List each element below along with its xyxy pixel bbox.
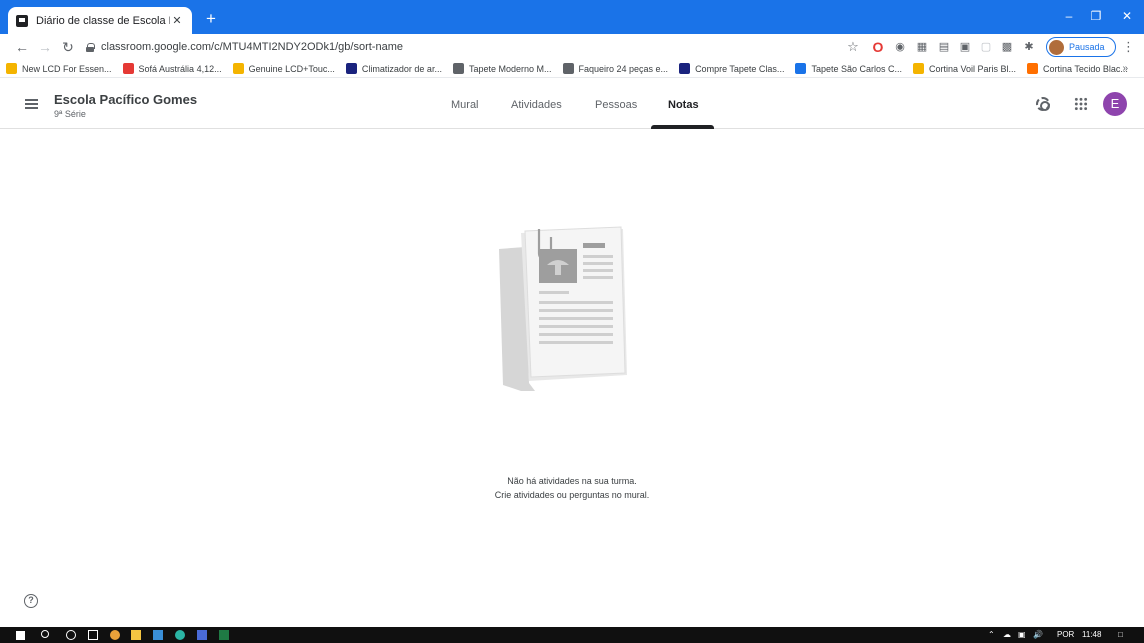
bookmark-label: Compre Tapete Clas... bbox=[695, 63, 785, 74]
bookmark-favicon-icon bbox=[232, 63, 244, 74]
more-menu-icon[interactable]: ⋮ bbox=[1122, 39, 1135, 55]
bookmark-label: New LCD For Essen... bbox=[22, 63, 112, 74]
bookmark-favicon-icon bbox=[795, 63, 807, 74]
extension-icon[interactable]: ▣ bbox=[958, 39, 972, 55]
profile-button[interactable]: Pausada bbox=[1046, 37, 1116, 57]
bookmark-item[interactable]: Tapete Moderno M... bbox=[452, 63, 552, 74]
app-icon[interactable] bbox=[197, 630, 207, 640]
bookmark-label: Sofá Austrália 4,12... bbox=[138, 63, 222, 74]
bookmark-item[interactable]: New LCD For Essen... bbox=[6, 63, 112, 74]
puzzle-icon[interactable]: ✱ bbox=[1022, 39, 1036, 55]
bookmark-favicon-icon bbox=[122, 63, 134, 74]
mail-icon[interactable] bbox=[153, 630, 163, 640]
help-icon[interactable]: ? bbox=[24, 594, 38, 608]
extension-icon[interactable]: ▢ bbox=[979, 39, 993, 55]
bookmarks-bar: New LCD For Essen... Sofá Austrália 4,12.… bbox=[0, 60, 1144, 78]
chrome-taskbar-icon[interactable] bbox=[110, 630, 120, 640]
profile-status: Pausada bbox=[1069, 42, 1105, 52]
tab-mural[interactable]: Mural bbox=[451, 99, 479, 111]
google-apps-icon[interactable] bbox=[1074, 97, 1088, 111]
extension-icon[interactable]: ▤ bbox=[937, 39, 951, 55]
profile-avatar bbox=[1049, 39, 1064, 55]
bookmark-label: Climatizador de ar... bbox=[361, 63, 442, 74]
edge-icon[interactable] bbox=[175, 630, 185, 640]
lock-icon bbox=[86, 42, 95, 52]
tab-pessoas[interactable]: Pessoas bbox=[595, 99, 637, 111]
bookmark-favicon-icon bbox=[1027, 63, 1039, 74]
tab-close-icon[interactable]: ✕ bbox=[170, 14, 184, 27]
bookmark-star-icon[interactable]: ☆ bbox=[846, 39, 860, 55]
back-icon[interactable]: ← bbox=[12, 37, 32, 57]
bookmark-item[interactable]: Cortina Voil Paris Bl... bbox=[913, 63, 1016, 74]
empty-gradebook-illustration-icon bbox=[499, 226, 627, 391]
extension-icon[interactable]: ◉ bbox=[893, 39, 907, 55]
bookmark-favicon-icon bbox=[452, 63, 464, 74]
bookmark-item[interactable]: Genuine LCD+Touc... bbox=[232, 63, 335, 74]
bookmark-item[interactable]: Sofá Austrália 4,12... bbox=[122, 63, 222, 74]
bookmark-label: Tapete Moderno M... bbox=[468, 63, 552, 74]
account-avatar[interactable]: E bbox=[1103, 92, 1127, 116]
bookmark-item[interactable]: Cortina Tecido Blac... bbox=[1027, 63, 1128, 74]
cortana-icon[interactable] bbox=[66, 630, 76, 640]
search-icon[interactable] bbox=[41, 630, 49, 638]
empty-state-line1: Não há atividades na sua turma. bbox=[507, 476, 637, 486]
browser-tab[interactable]: Diário de classe de Escola Pacífic ✕ bbox=[8, 7, 192, 34]
restore-icon[interactable]: ❐ bbox=[1083, 6, 1109, 26]
url-text: classroom.google.com/c/MTU4MTI2NDY2ODk1/… bbox=[101, 41, 403, 53]
bookmark-favicon-icon bbox=[679, 63, 691, 74]
class-name[interactable]: Escola Pacífico Gomes bbox=[54, 92, 197, 107]
tab-title: Diário de classe de Escola Pacífic bbox=[36, 14, 170, 27]
reload-icon[interactable]: ↻ bbox=[58, 37, 78, 57]
settings-gear-icon[interactable] bbox=[1036, 97, 1050, 111]
bookmark-label: Cortina Tecido Blac... bbox=[1043, 63, 1128, 74]
bookmark-item[interactable]: Faqueiro 24 peças e... bbox=[562, 63, 669, 74]
empty-state-message: Não há atividades na sua turma. Crie ati… bbox=[0, 474, 1144, 502]
bookmark-item[interactable]: Climatizador de ar... bbox=[345, 63, 442, 74]
bookmark-label: Cortina Voil Paris Bl... bbox=[929, 63, 1017, 74]
class-section: 9ª Série bbox=[54, 109, 86, 119]
notifications-icon[interactable]: □ bbox=[1118, 629, 1123, 641]
bookmark-favicon-icon bbox=[345, 63, 357, 74]
bookmark-favicon-icon bbox=[562, 63, 574, 74]
active-tab-indicator bbox=[651, 125, 714, 129]
windows-start-icon[interactable] bbox=[16, 631, 25, 640]
bookmarks-overflow-icon[interactable]: » bbox=[1122, 60, 1128, 78]
volume-icon[interactable]: 🔊 bbox=[1033, 629, 1043, 641]
tab-atividades[interactable]: Atividades bbox=[511, 99, 562, 111]
network-icon[interactable]: ▣ bbox=[1018, 629, 1026, 641]
classroom-header: Escola Pacífico Gomes 9ª Série Mural Ati… bbox=[0, 79, 1144, 129]
menu-icon[interactable] bbox=[25, 99, 38, 109]
classroom-favicon-icon bbox=[16, 14, 28, 27]
bookmark-favicon-icon bbox=[6, 63, 17, 74]
browser-toolbar: ← → ↻ classroom.google.com/c/MTU4MTI2NDY… bbox=[0, 34, 1144, 60]
tab-notas[interactable]: Notas bbox=[668, 99, 699, 111]
bookmark-favicon-icon bbox=[913, 63, 924, 74]
language-indicator[interactable]: POR bbox=[1057, 629, 1074, 641]
file-explorer-icon[interactable] bbox=[131, 630, 141, 640]
clock[interactable]: 11:48 bbox=[1082, 629, 1101, 641]
close-window-icon[interactable]: ✕ bbox=[1114, 6, 1140, 26]
extension-icon[interactable]: ▦ bbox=[915, 39, 929, 55]
bookmark-label: Genuine LCD+Touc... bbox=[248, 63, 335, 74]
minimize-icon[interactable]: – bbox=[1056, 6, 1082, 26]
forward-icon[interactable]: → bbox=[35, 37, 55, 57]
opera-icon[interactable]: O bbox=[871, 39, 885, 55]
bookmark-item[interactable]: Compre Tapete Clas... bbox=[679, 63, 784, 74]
bookmark-label: Tapete São Carlos C... bbox=[811, 63, 902, 74]
extension-icon[interactable]: ▩ bbox=[1000, 39, 1014, 55]
browser-titlebar: Diário de classe de Escola Pacífic ✕ + –… bbox=[0, 0, 1144, 34]
task-view-icon[interactable] bbox=[88, 630, 98, 640]
excel-icon[interactable] bbox=[219, 630, 229, 640]
onedrive-icon[interactable]: ☁ bbox=[1003, 629, 1011, 641]
tray-overflow-icon[interactable]: ⌃ bbox=[988, 629, 995, 641]
windows-taskbar: ⌃ ☁ ▣ 🔊 POR 11:48 □ bbox=[0, 627, 1144, 643]
empty-state-line2: Crie atividades ou perguntas no mural. bbox=[494, 490, 650, 500]
bookmark-label: Faqueiro 24 peças e... bbox=[578, 63, 669, 74]
bookmark-item[interactable]: Tapete São Carlos C... bbox=[795, 63, 902, 74]
new-tab-button[interactable]: + bbox=[200, 9, 222, 29]
